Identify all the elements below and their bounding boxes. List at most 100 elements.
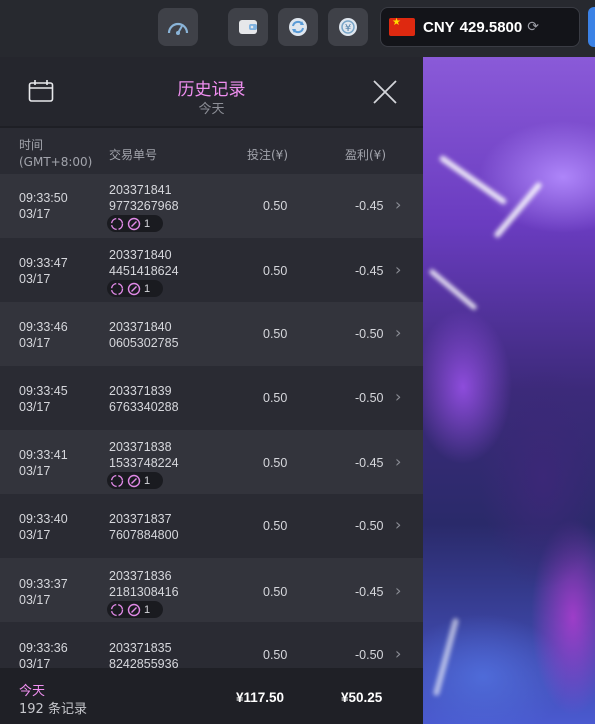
table-row[interactable]: 09:33:50 03/17 203371841 9773267968 1 0.50… xyxy=(0,174,423,238)
deposit-button-edge[interactable] xyxy=(588,7,595,47)
row-bet: 0.50 xyxy=(263,585,288,599)
col-time: 时间 xyxy=(19,138,44,152)
footer-total-bet: ¥117.50 xyxy=(236,690,285,705)
bonus-badge: 1 xyxy=(107,215,163,232)
row-time-value: 09:33:37 xyxy=(19,577,68,591)
row-order: 203371841 9773267968 xyxy=(109,182,179,214)
row-order: 203371837 7607884800 xyxy=(109,511,179,543)
row-time: 09:33:36 03/17 xyxy=(19,640,68,668)
row-profit: -0.45 xyxy=(355,199,384,213)
balance-currency: CNY xyxy=(423,18,455,36)
footer-period-label: 今天 xyxy=(19,684,46,699)
row-order: 203371835 8242855936 xyxy=(109,640,179,668)
row-time: 09:33:40 03/17 xyxy=(19,511,68,543)
row-bet: 0.50 xyxy=(263,648,288,662)
chevron-right-icon[interactable]: › xyxy=(395,195,401,214)
chevron-right-icon[interactable]: › xyxy=(395,260,401,279)
row-profit: -0.45 xyxy=(355,585,384,599)
table-row[interactable]: 09:33:47 03/17 203371840 4451418624 1 0.50… xyxy=(0,238,423,302)
china-flag-icon xyxy=(389,17,415,36)
row-order: 203371838 1533748224 xyxy=(109,439,179,471)
row-date-value: 03/17 xyxy=(19,464,51,478)
row-order-part1: 203371838 xyxy=(109,440,172,454)
chevron-right-icon[interactable]: › xyxy=(395,644,401,663)
refresh-icon[interactable]: ⟳ xyxy=(527,19,539,35)
bonus-badge: 1 xyxy=(107,601,163,618)
badge-count: 1 xyxy=(144,603,151,616)
row-time: 09:33:46 03/17 xyxy=(19,319,68,351)
bonus-badge: 1 xyxy=(107,280,163,297)
balance-amount: 429.5800 xyxy=(459,18,523,36)
row-profit: -0.45 xyxy=(355,264,384,278)
badge-count: 1 xyxy=(144,217,151,230)
history-list: 09:33:50 03/17 203371841 9773267968 1 0.50… xyxy=(0,174,423,668)
currency-icon: ¥ xyxy=(339,18,357,36)
row-order: 203371840 0605302785 xyxy=(109,319,179,351)
row-bet: 0.50 xyxy=(263,264,288,278)
row-time-value: 09:33:50 xyxy=(19,191,68,205)
row-profit: -0.50 xyxy=(355,391,384,405)
chevron-right-icon[interactable]: › xyxy=(395,323,401,342)
row-order-part1: 203371835 xyxy=(109,641,172,655)
chevron-right-icon[interactable]: › xyxy=(395,387,401,406)
row-time: 09:33:41 03/17 xyxy=(19,447,68,479)
col-profit: 盈利(¥) xyxy=(345,148,386,162)
chevron-right-icon[interactable]: › xyxy=(395,452,401,471)
app-root: ¥ CNY 429.5800 ⟳ 历史记录 今天 xyxy=(0,0,595,724)
row-time-value: 09:33:40 xyxy=(19,512,68,526)
speedometer-icon xyxy=(167,22,189,35)
row-bet: 0.50 xyxy=(263,456,288,470)
footer-total-profit: ¥50.25 xyxy=(341,690,383,705)
badge-count: 1 xyxy=(144,282,151,295)
row-time-value: 09:33:41 xyxy=(19,448,68,462)
chevron-right-icon[interactable]: › xyxy=(395,515,401,534)
row-order: 203371840 4451418624 xyxy=(109,247,179,279)
chevron-right-icon[interactable]: › xyxy=(395,581,401,600)
top-bar: ¥ CNY 429.5800 ⟳ xyxy=(0,0,595,57)
col-bet: 投注(¥) xyxy=(247,148,288,162)
row-order-part2: 8242855936 xyxy=(109,657,179,668)
compass-icon xyxy=(127,603,141,616)
bonus-badge: 1 xyxy=(107,472,163,489)
col-timezone: (GMT+8:00) xyxy=(19,155,93,169)
row-date-value: 03/17 xyxy=(19,528,51,542)
row-time-value: 09:33:45 xyxy=(19,384,68,398)
row-date-value: 03/17 xyxy=(19,593,51,607)
row-order-part2: 0605302785 xyxy=(109,336,179,350)
row-profit: -0.50 xyxy=(355,648,384,662)
svg-text:¥: ¥ xyxy=(345,23,351,34)
row-order-part2: 1533748224 xyxy=(109,456,179,470)
table-row[interactable]: 09:33:40 03/17 203371837 7607884800 0.50 -… xyxy=(0,494,423,558)
table-row[interactable]: 09:33:46 03/17 203371840 0605302785 0.50 -… xyxy=(0,302,423,366)
table-row[interactable]: 09:33:37 03/17 203371836 2181308416 1 0.50… xyxy=(0,558,423,622)
currency-button[interactable]: ¥ xyxy=(328,8,368,46)
wallet-button[interactable] xyxy=(228,8,268,46)
row-profit: -0.50 xyxy=(355,327,384,341)
compass-icon xyxy=(127,282,141,295)
table-row[interactable]: 09:33:45 03/17 203371839 6763340288 0.50 -… xyxy=(0,366,423,430)
row-bet: 0.50 xyxy=(263,391,288,405)
footer-record-count: 192 条记录 xyxy=(19,702,87,717)
row-date-value: 03/17 xyxy=(19,400,51,414)
history-panel: 历史记录 今天 时间 (GMT+8:00) 交易单号 投注(¥) 盈利(¥) 0… xyxy=(0,57,423,724)
row-order-part1: 203371840 xyxy=(109,320,172,334)
swap-icon xyxy=(289,18,307,36)
row-order-part1: 203371841 xyxy=(109,183,172,197)
speedometer-button[interactable] xyxy=(158,8,198,46)
row-date-value: 03/17 xyxy=(19,207,51,221)
table-row[interactable]: 09:33:36 03/17 203371835 8242855936 0.50 -… xyxy=(0,622,423,668)
row-time-value: 09:33:36 xyxy=(19,641,68,655)
row-time: 09:33:37 03/17 xyxy=(19,576,68,608)
spin-icon xyxy=(110,217,124,230)
close-icon[interactable] xyxy=(372,79,398,105)
row-date-value: 03/17 xyxy=(19,657,51,668)
row-order: 203371839 6763340288 xyxy=(109,383,179,415)
summary-footer: 今天 192 条记录 ¥117.50 ¥50.25 xyxy=(0,668,423,724)
balance-display[interactable]: CNY 429.5800 ⟳ xyxy=(380,7,580,47)
row-order-part2: 9773267968 xyxy=(109,199,179,213)
swap-button[interactable] xyxy=(278,8,318,46)
row-time-value: 09:33:46 xyxy=(19,320,68,334)
badge-count: 1 xyxy=(144,474,151,487)
table-row[interactable]: 09:33:41 03/17 203371838 1533748224 1 0.50… xyxy=(0,430,423,494)
spin-icon xyxy=(110,474,124,487)
